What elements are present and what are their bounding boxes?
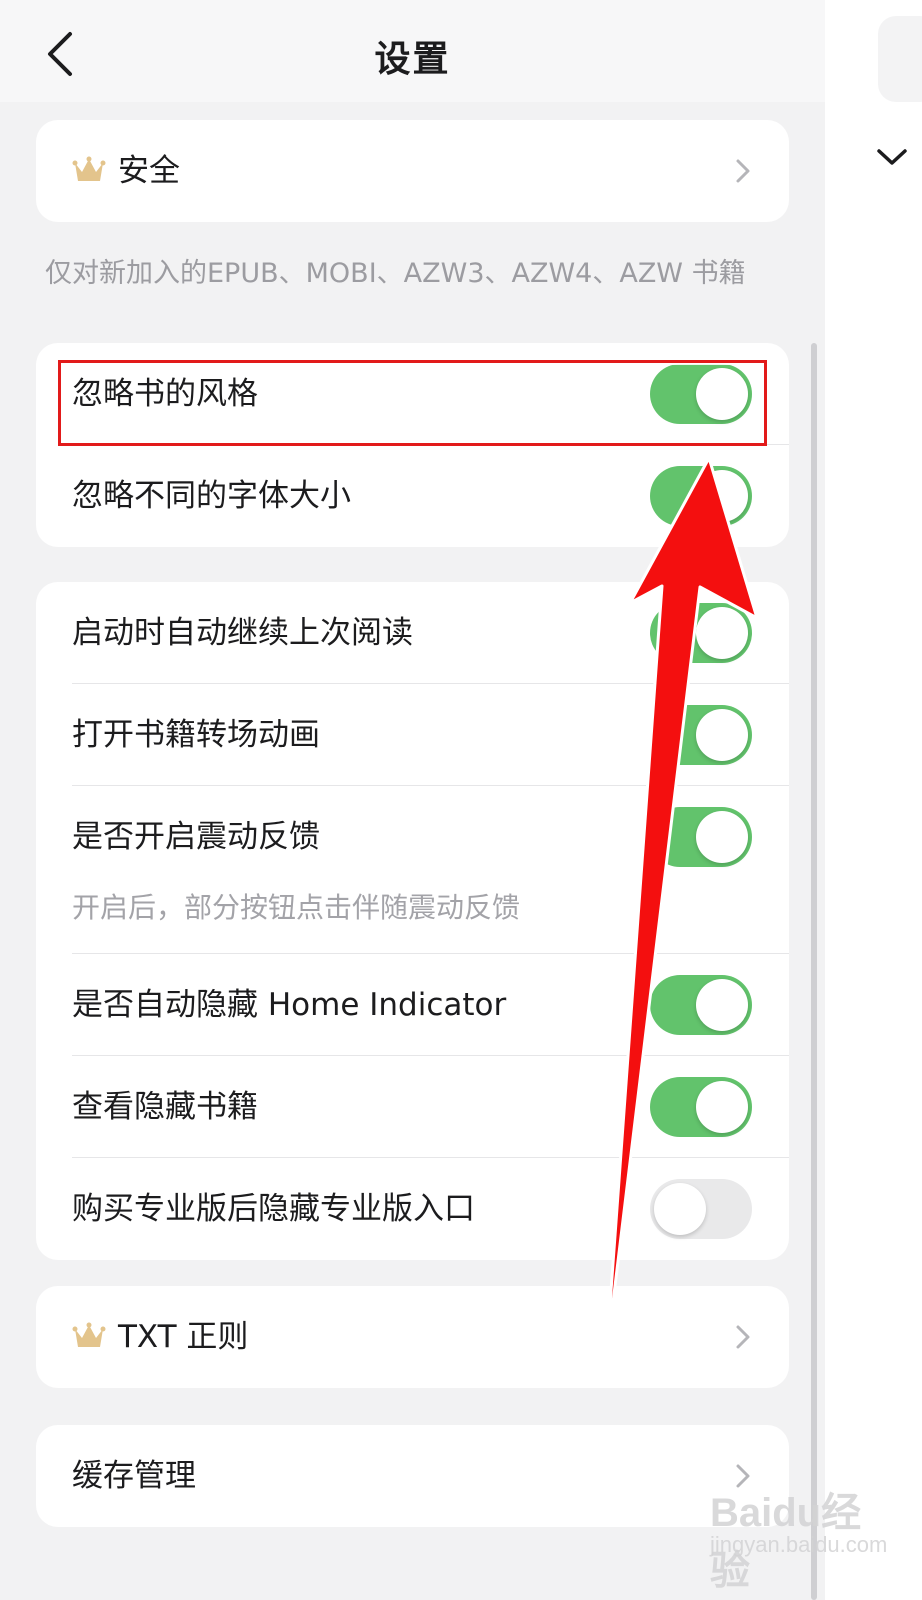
page-title: 设置: [374, 39, 451, 80]
auto-continue-toggle[interactable]: [650, 603, 752, 663]
view-hidden-books-toggle[interactable]: [650, 1077, 752, 1137]
txt-rules-card[interactable]: TXT 正则: [36, 1286, 789, 1388]
cache-row[interactable]: 缓存管理: [36, 1425, 789, 1527]
security-label: 安全: [118, 153, 180, 189]
navigation-bar: 设置: [0, 0, 825, 102]
ignore-font-size-label: 忽略不同的字体大小: [72, 478, 351, 514]
setting-row-hide-home-indicator[interactable]: 是否自动隐藏 Home Indicator: [36, 954, 789, 1056]
highlight-box: [58, 360, 767, 446]
hide-home-indicator-toggle[interactable]: [650, 975, 752, 1035]
general-settings-card: 启动时自动继续上次阅读 打开书籍转场动画 是否开启震动反馈 开启后，部分按钮点击…: [36, 582, 789, 1260]
setting-row-open-animation[interactable]: 打开书籍转场动画: [36, 684, 789, 786]
chevron-right-icon: [736, 1325, 750, 1349]
auto-continue-label: 启动时自动继续上次阅读: [72, 615, 413, 651]
txt-rules-row[interactable]: TXT 正则: [36, 1286, 789, 1388]
scrollbar[interactable]: [811, 343, 817, 1600]
toggle-knob: [696, 709, 748, 761]
setting-row-haptic-feedback[interactable]: 是否开启震动反馈 开启后，部分按钮点击伴随震动反馈: [36, 786, 789, 954]
setting-row-ignore-font-size[interactable]: 忽略不同的字体大小: [36, 445, 789, 547]
security-card[interactable]: 安全: [36, 120, 789, 222]
hide-pro-entry-toggle[interactable]: [650, 1179, 752, 1239]
cache-label: 缓存管理: [72, 1458, 196, 1494]
side-panel-header: [878, 16, 922, 102]
setting-row-hide-pro-entry[interactable]: 购买专业版后隐藏专业版入口: [36, 1158, 789, 1260]
toggle-knob: [696, 1081, 748, 1133]
hide-home-indicator-label: 是否自动隐藏 Home Indicator: [72, 987, 507, 1023]
crown-icon: [72, 156, 106, 181]
toggle-knob: [696, 811, 748, 863]
toggle-knob: [654, 1183, 706, 1235]
chevron-right-icon: [736, 159, 750, 183]
haptic-feedback-toggle[interactable]: [650, 807, 752, 867]
hide-pro-entry-label: 购买专业版后隐藏专业版入口: [72, 1191, 475, 1227]
txt-rules-label: TXT 正则: [118, 1319, 249, 1355]
haptic-feedback-description: 开启后，部分按钮点击伴随震动反馈: [72, 891, 521, 924]
toggle-knob: [696, 979, 748, 1031]
epub-note: 仅对新加入的EPUB、MOBI、AZW3、AZW4、AZW 书籍: [45, 258, 746, 289]
toggle-knob: [696, 607, 748, 659]
chevron-right-icon: [736, 1464, 750, 1488]
crown-icon: [72, 1322, 106, 1347]
haptic-feedback-label: 是否开启震动反馈: [72, 819, 320, 855]
ignore-font-size-toggle[interactable]: [650, 466, 752, 526]
view-hidden-books-label: 查看隐藏书籍: [72, 1089, 258, 1125]
open-animation-label: 打开书籍转场动画: [72, 717, 320, 753]
chevron-down-icon[interactable]: [875, 140, 909, 174]
cache-card[interactable]: 缓存管理: [36, 1425, 789, 1527]
setting-row-auto-continue[interactable]: 启动时自动继续上次阅读: [36, 582, 789, 684]
security-row[interactable]: 安全: [36, 120, 789, 222]
side-panel: [825, 0, 922, 1600]
open-animation-toggle[interactable]: [650, 705, 752, 765]
setting-row-view-hidden-books[interactable]: 查看隐藏书籍: [36, 1056, 789, 1158]
toggle-knob: [696, 470, 748, 522]
